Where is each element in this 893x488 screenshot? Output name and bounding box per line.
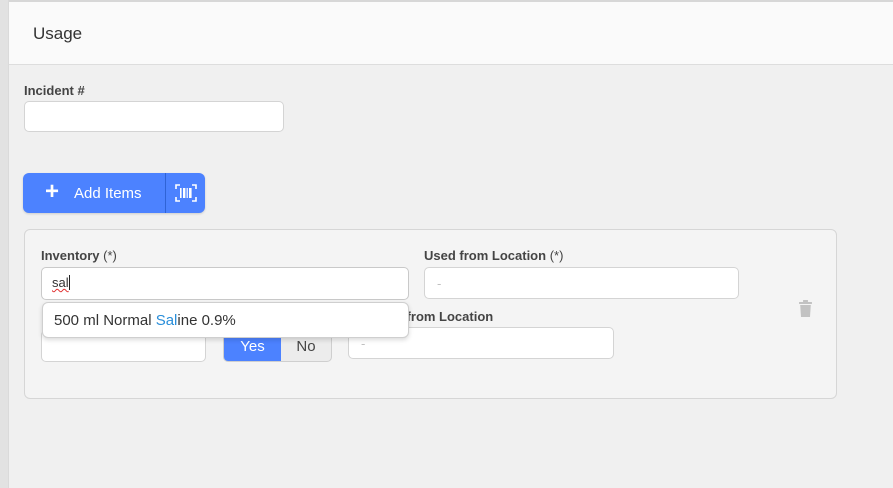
incident-label: Incident # <box>24 83 85 98</box>
barcode-icon <box>174 184 197 202</box>
usage-item-card: Inventory (*) sal Used from Location (*)… <box>24 229 837 399</box>
left-sidebar-edge <box>0 0 9 488</box>
suggestion-suffix: ine 0.9% <box>177 312 236 329</box>
barcode-scan-button[interactable] <box>165 173 205 213</box>
incident-input[interactable] <box>24 101 284 132</box>
used-from-location-label: Used from Location (*) <box>424 248 564 263</box>
main-panel: Usage Incident # + Add Items Inventory (… <box>9 2 893 488</box>
trash-icon <box>799 300 812 317</box>
delete-item-button[interactable] <box>799 300 812 322</box>
second-location-placeholder: - <box>361 336 366 351</box>
suggestion-match: Sal <box>155 312 178 329</box>
inventory-label: Inventory (*) <box>41 248 117 263</box>
add-items-button[interactable]: + Add Items <box>23 173 165 213</box>
text-cursor <box>68 275 70 290</box>
inventory-input-value: sal <box>52 275 69 290</box>
page-title: Usage <box>33 24 83 43</box>
inventory-suggestion-item[interactable]: 500 ml Normal Saline 0.9% <box>42 302 409 338</box>
used-from-location-select[interactable]: - <box>424 267 739 299</box>
second-location-label: d from Location <box>395 309 494 324</box>
add-items-button-group: + Add Items <box>23 173 205 213</box>
page-header: Usage <box>9 2 893 65</box>
add-items-label: Add Items <box>74 184 142 202</box>
suggestion-prefix: 500 ml Normal <box>54 312 156 329</box>
plus-icon: + <box>45 177 60 205</box>
used-from-location-placeholder: - <box>437 276 442 291</box>
inventory-input[interactable]: sal <box>41 267 409 300</box>
